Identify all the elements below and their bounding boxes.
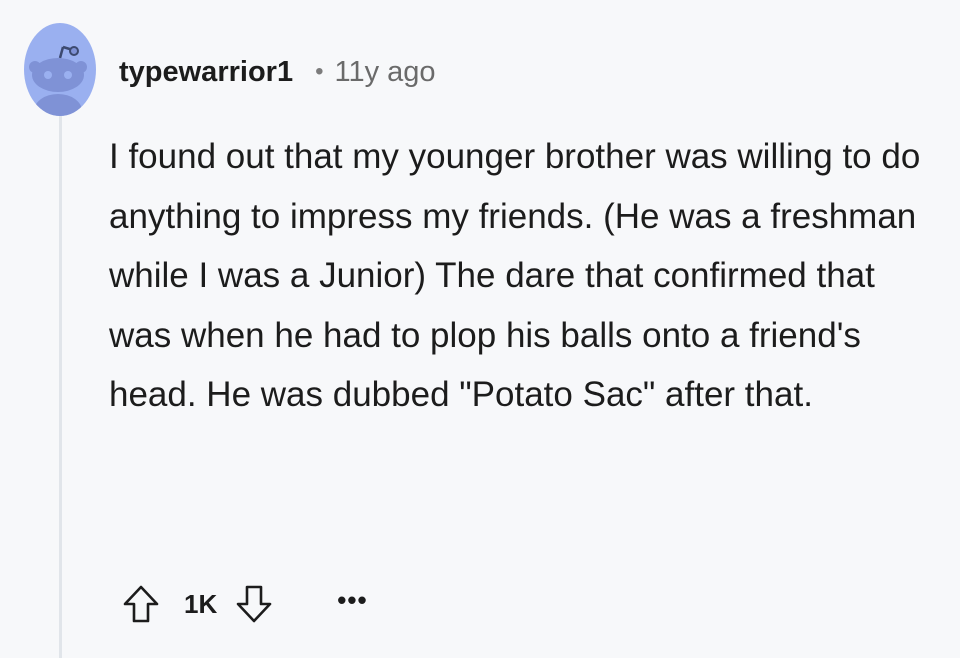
downvote-arrow-icon <box>236 585 272 623</box>
comment-actions: 1K ••• <box>118 578 368 630</box>
upvote-arrow-icon <box>123 585 159 623</box>
thread-line[interactable] <box>59 116 62 658</box>
meta-separator: • <box>315 58 324 85</box>
comment-timestamp[interactable]: 11y ago <box>334 56 435 89</box>
upvote-button[interactable] <box>118 581 164 627</box>
comment-body: I found out that my younger brother was … <box>109 137 921 414</box>
downvote-button[interactable] <box>231 581 277 627</box>
vote-score: 1K <box>184 588 218 619</box>
more-options-button[interactable]: ••• <box>337 587 367 621</box>
avatar[interactable] <box>24 23 96 116</box>
username-link[interactable]: typewarrior1 <box>119 56 293 89</box>
comment-header: typewarrior1 • 11y ago <box>119 50 436 94</box>
snoo-avatar-icon <box>29 45 87 116</box>
